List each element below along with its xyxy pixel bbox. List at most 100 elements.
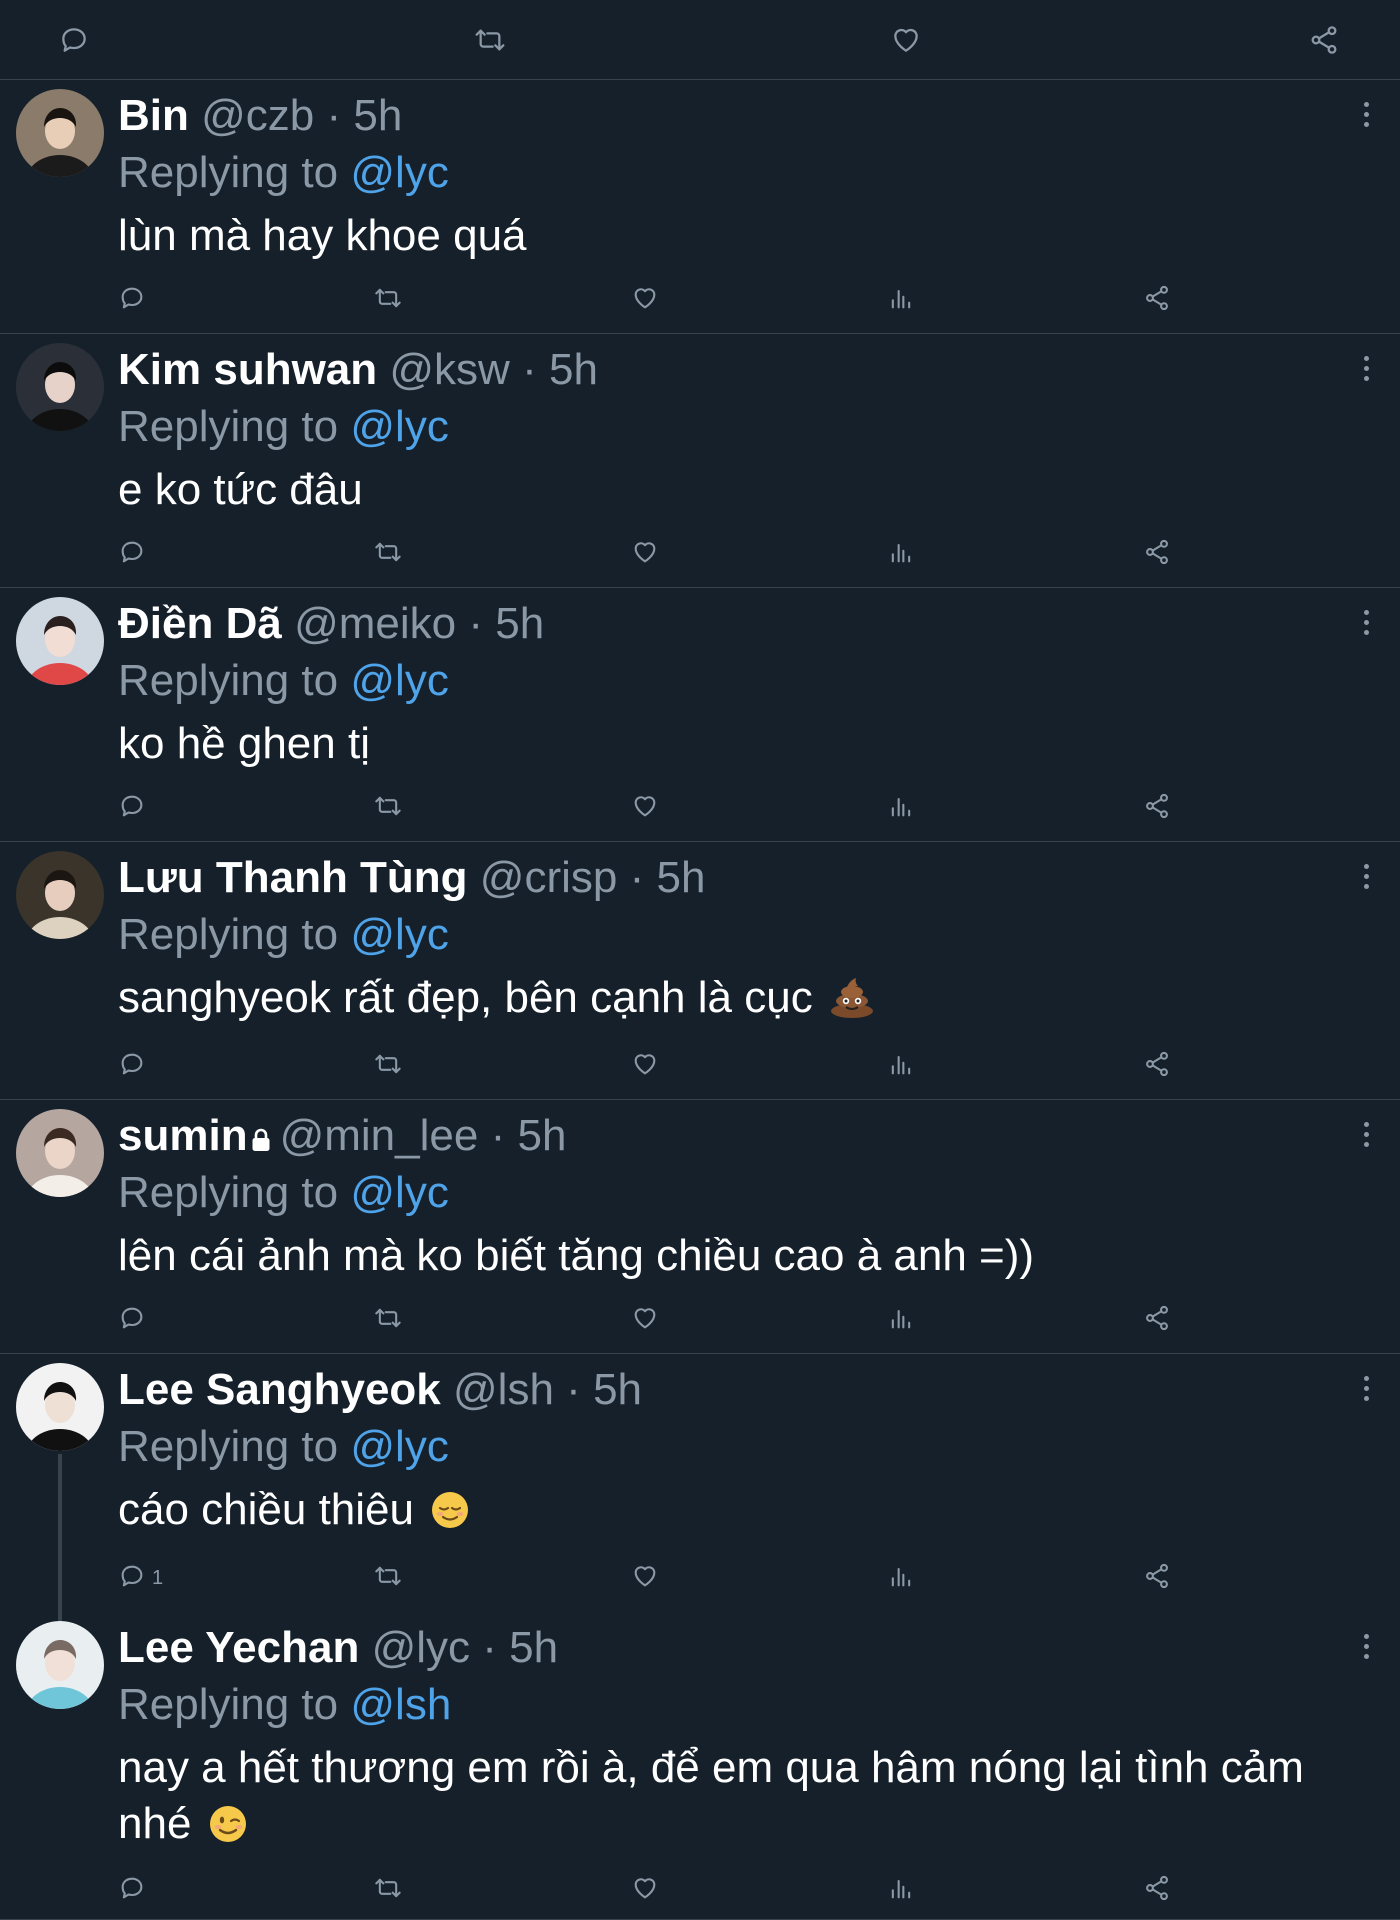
reply-tweet[interactable]: Điền Dã @meiko · 5h Replying to @lyc ko hề… bbox=[0, 588, 1400, 842]
like-button[interactable] bbox=[631, 792, 659, 824]
reply-button[interactable] bbox=[118, 1874, 146, 1906]
analytics-button[interactable] bbox=[887, 1304, 915, 1336]
mention-link[interactable]: @lyc bbox=[350, 656, 448, 705]
share-button[interactable] bbox=[1143, 1562, 1171, 1594]
like-button[interactable] bbox=[631, 1874, 659, 1906]
timestamp[interactable]: 5h bbox=[549, 345, 598, 394]
retweet-button[interactable] bbox=[374, 1304, 402, 1336]
reply-tweet[interactable]: Lee Sanghyeok @lsh · 5h Replying to @lyc c… bbox=[0, 1354, 1400, 1628]
reply-tweet[interactable]: Kim suhwan @ksw · 5h Replying to @lyc e ko… bbox=[0, 334, 1400, 588]
like-icon[interactable] bbox=[888, 22, 924, 58]
tweet-text-content: e ko tức đâu bbox=[118, 465, 363, 514]
replying-to: Replying to @lsh bbox=[118, 1677, 451, 1733]
analytics-icon bbox=[887, 1050, 915, 1083]
avatar[interactable] bbox=[16, 851, 104, 939]
timestamp[interactable]: 5h bbox=[495, 599, 544, 648]
analytics-button[interactable] bbox=[887, 1874, 915, 1906]
more-options-icon[interactable] bbox=[1360, 1634, 1372, 1664]
avatar[interactable] bbox=[16, 597, 104, 685]
replying-to-label: Replying to bbox=[118, 402, 339, 451]
analytics-button[interactable] bbox=[887, 792, 915, 824]
username-handle[interactable]: @ksw bbox=[389, 345, 509, 394]
retweet-icon bbox=[374, 1050, 402, 1083]
display-name[interactable]: Lưu Thanh Tùng bbox=[118, 853, 468, 902]
reply-icon[interactable] bbox=[56, 22, 92, 58]
username-handle[interactable]: @czb bbox=[201, 91, 314, 140]
display-name[interactable]: Lee Yechan bbox=[118, 1623, 359, 1672]
display-name[interactable]: Kim suhwan bbox=[118, 345, 377, 394]
mention-link[interactable]: @lyc bbox=[350, 1168, 448, 1217]
avatar[interactable] bbox=[16, 89, 104, 177]
display-name[interactable]: sumin bbox=[118, 1111, 248, 1160]
reply-button[interactable]: 1 bbox=[118, 1562, 163, 1594]
mention-link[interactable]: @lyc bbox=[350, 910, 448, 959]
timestamp[interactable]: 5h bbox=[353, 91, 402, 140]
mention-link[interactable]: @lyc bbox=[350, 402, 448, 451]
like-button[interactable] bbox=[631, 1050, 659, 1082]
retweet-button[interactable] bbox=[374, 1562, 402, 1594]
share-icon[interactable] bbox=[1306, 22, 1342, 58]
more-options-icon[interactable] bbox=[1360, 864, 1372, 894]
reply-button[interactable] bbox=[118, 538, 146, 570]
display-name[interactable]: Lee Sanghyeok bbox=[118, 1365, 441, 1414]
reply-button[interactable] bbox=[118, 792, 146, 824]
mention-link[interactable]: @lyc bbox=[350, 148, 448, 197]
more-options-icon[interactable] bbox=[1360, 1376, 1372, 1406]
avatar[interactable] bbox=[16, 1363, 104, 1451]
reply-tweet[interactable]: sumin @min_lee · 5h Replying to @lyc lên cá… bbox=[0, 1100, 1400, 1354]
like-button[interactable] bbox=[631, 1562, 659, 1594]
share-button[interactable] bbox=[1143, 284, 1171, 316]
reply-tweet[interactable]: Lee Yechan @lyc · 5h Replying to @lsh nay … bbox=[0, 1612, 1400, 1920]
separator-dot: · bbox=[629, 853, 645, 902]
more-options-icon[interactable] bbox=[1360, 610, 1372, 640]
share-button[interactable] bbox=[1143, 792, 1171, 824]
timestamp[interactable]: 5h bbox=[593, 1365, 642, 1414]
retweet-button[interactable] bbox=[374, 1050, 402, 1082]
reply-tweet[interactable]: Bin @czb · 5h Replying to @lyc lùn mà hay … bbox=[0, 80, 1400, 334]
retweet-button[interactable] bbox=[374, 1874, 402, 1906]
reply-button[interactable] bbox=[118, 1304, 146, 1336]
display-name[interactable]: Bin bbox=[118, 91, 189, 140]
tweet-action-bar bbox=[0, 1870, 1400, 1910]
reply-button[interactable] bbox=[118, 1050, 146, 1082]
username-handle[interactable]: @lyc bbox=[372, 1623, 470, 1672]
tweet-text: nay a hết thương em rồi à, để em qua hâm… bbox=[118, 1740, 1368, 1858]
analytics-button[interactable] bbox=[887, 538, 915, 570]
mention-link[interactable]: @lyc bbox=[350, 1422, 448, 1471]
avatar[interactable] bbox=[16, 1109, 104, 1197]
retweet-button[interactable] bbox=[374, 538, 402, 570]
share-icon bbox=[1143, 1874, 1171, 1907]
mention-link[interactable]: @lsh bbox=[350, 1680, 451, 1729]
retweet-button[interactable] bbox=[374, 792, 402, 824]
reply-button[interactable] bbox=[118, 284, 146, 316]
analytics-button[interactable] bbox=[887, 1050, 915, 1082]
share-button[interactable] bbox=[1143, 1050, 1171, 1082]
username-handle[interactable]: @crisp bbox=[480, 853, 618, 902]
retweet-button[interactable] bbox=[374, 284, 402, 316]
display-name[interactable]: Điền Dã bbox=[118, 599, 282, 648]
replying-to-label: Replying to bbox=[118, 1680, 339, 1729]
reply-tweet[interactable]: Lưu Thanh Tùng @crisp · 5h Replying to @l… bbox=[0, 842, 1400, 1100]
analytics-button[interactable] bbox=[887, 1562, 915, 1594]
timestamp[interactable]: 5h bbox=[657, 853, 706, 902]
tweet-header: Điền Dã @meiko · 5h bbox=[118, 596, 544, 652]
username-handle[interactable]: @min_lee bbox=[280, 1111, 479, 1160]
analytics-button[interactable] bbox=[887, 284, 915, 316]
like-button[interactable] bbox=[631, 284, 659, 316]
retweet-icon[interactable] bbox=[472, 22, 508, 58]
more-options-icon[interactable] bbox=[1360, 356, 1372, 386]
share-button[interactable] bbox=[1143, 538, 1171, 570]
username-handle[interactable]: @lsh bbox=[453, 1365, 554, 1414]
avatar[interactable] bbox=[16, 1621, 104, 1709]
share-button[interactable] bbox=[1143, 1874, 1171, 1906]
timestamp[interactable]: 5h bbox=[517, 1111, 566, 1160]
avatar[interactable] bbox=[16, 343, 104, 431]
share-button[interactable] bbox=[1143, 1304, 1171, 1336]
like-button[interactable] bbox=[631, 1304, 659, 1336]
timestamp[interactable]: 5h bbox=[509, 1623, 558, 1672]
username-handle[interactable]: @meiko bbox=[294, 599, 456, 648]
like-button[interactable] bbox=[631, 538, 659, 570]
retweet-icon bbox=[374, 792, 402, 825]
more-options-icon[interactable] bbox=[1360, 1122, 1372, 1152]
more-options-icon[interactable] bbox=[1360, 102, 1372, 132]
